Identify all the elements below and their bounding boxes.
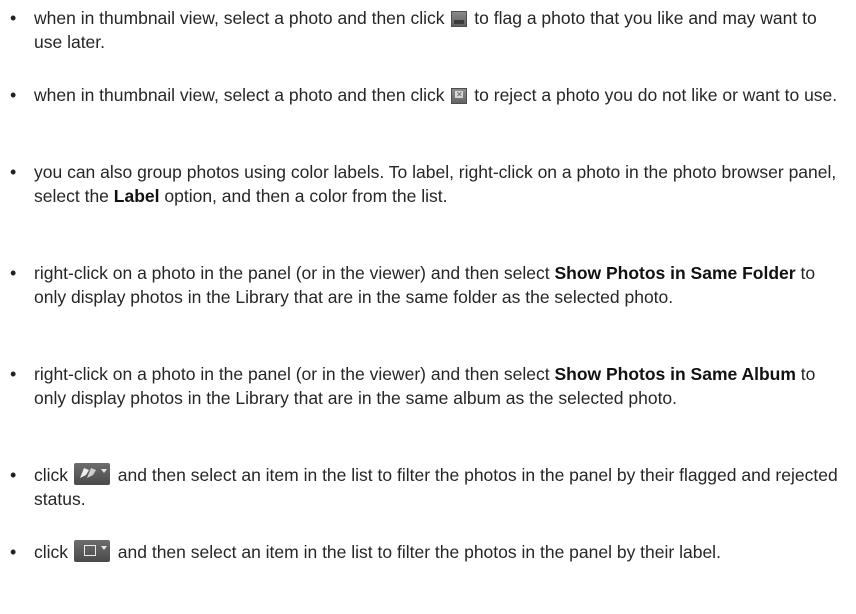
item-text: click and then select an item in the lis…: [34, 540, 849, 564]
label-option-name: Label: [113, 186, 160, 206]
item-text-part: when in thumbnail view, select a photo a…: [34, 85, 445, 105]
bullet: •: [10, 8, 17, 28]
item-text: click and then select an item in the lis…: [34, 463, 849, 511]
item-text: right-click on a photo in the panel (or …: [34, 261, 849, 309]
bullet: •: [10, 85, 17, 105]
item-text-part: click: [34, 465, 69, 485]
flag-filter-dropdown-icon: [73, 463, 110, 485]
item-text-part: right-click on a photo in the panel (or …: [34, 263, 550, 283]
item-text-part: click: [34, 542, 69, 562]
item-text: when in thumbnail view, select a photo a…: [34, 83, 849, 107]
show-same-folder-option: Show Photos in Same Folder: [554, 263, 796, 283]
reject-icon: ✕: [451, 88, 468, 104]
item-text: when in thumbnail view, select a photo a…: [34, 6, 849, 54]
bullet: •: [10, 465, 17, 485]
chevron-down-icon: [100, 546, 107, 550]
item-text-part: to reject a photo you do not like or wan…: [474, 85, 838, 105]
item-text-part: option, and then a color from the list.: [164, 186, 448, 206]
item-text-part: right-click on a photo in the panel (or …: [34, 364, 550, 384]
square-icon: [83, 545, 96, 556]
flags-icon: [79, 468, 96, 478]
item-text-part: and then select an item in the list to f…: [34, 465, 838, 509]
bullet: •: [10, 263, 17, 283]
item-text-part: when in thumbnail view, select a photo a…: [34, 8, 445, 28]
item-text: right-click on a photo in the panel (or …: [34, 362, 849, 410]
bullet: •: [10, 542, 17, 562]
flag-icon: [451, 11, 468, 27]
chevron-down-icon: [100, 469, 107, 473]
item-text-part: and then select an item in the list to f…: [117, 542, 721, 562]
show-same-album-option: Show Photos in Same Album: [554, 364, 796, 384]
bullet: •: [10, 364, 17, 384]
item-text: you can also group photos using color la…: [34, 160, 849, 208]
bullet: •: [10, 162, 17, 182]
label-filter-dropdown-icon: [73, 540, 110, 562]
